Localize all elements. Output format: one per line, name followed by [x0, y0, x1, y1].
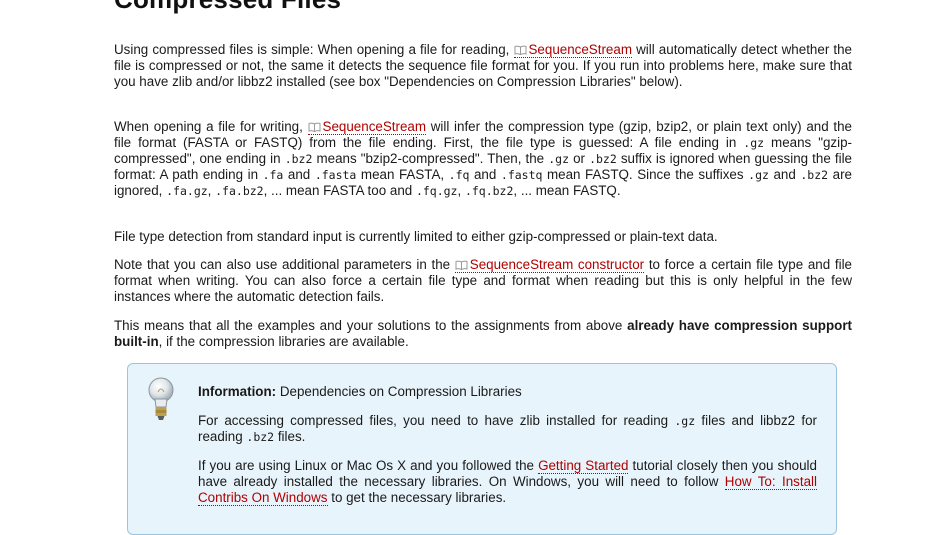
text: , — [207, 183, 216, 198]
code-suffix: .fa.gz — [166, 184, 208, 198]
info-paragraph-install: If you are using Linux or Mac Os X and y… — [198, 458, 817, 506]
text: means "bzip2-compressed". Then, the — [312, 151, 549, 166]
text: and — [469, 167, 501, 182]
text: This means that all the examples and you… — [114, 318, 628, 333]
text: to get the necessary libraries. — [327, 490, 507, 505]
page-title: Compressed Files — [114, 0, 341, 15]
paragraph-compressed-writing: When opening a file for writing, Sequenc… — [114, 119, 852, 199]
code-suffix: .fq.gz — [415, 184, 458, 198]
text: Using compressed files is simple: When o… — [114, 42, 514, 57]
text: Note that you can also use additional pa… — [114, 257, 455, 272]
paragraph-constructor-note: Note that you can also use additional pa… — [114, 257, 852, 305]
text: , ... mean FASTA too and — [263, 183, 416, 198]
paragraph-stdin-detection: File type detection from standard input … — [114, 229, 718, 244]
code-suffix: .fasta — [314, 168, 357, 182]
lightbulb-icon — [148, 377, 174, 420]
text: , if the compression libraries are avail… — [158, 334, 409, 349]
code-suffix: .gz — [743, 136, 765, 150]
link-text: SequenceStream constructor — [469, 257, 645, 272]
code-suffix: .bz2 — [589, 152, 617, 166]
code-suffix: .gz — [674, 414, 696, 428]
code-suffix: .bz2 — [800, 168, 829, 182]
text: For accessing compressed files, you need… — [198, 413, 675, 428]
paragraph-compressed-reading: Using compressed files is simple: When o… — [114, 42, 852, 90]
link-text: SequenceStream — [528, 42, 632, 57]
code-suffix: .fq.bz2 — [464, 184, 514, 198]
info-label: Information: — [198, 384, 277, 399]
code-suffix: .bz2 — [284, 152, 313, 166]
code-suffix: .fq — [448, 168, 470, 182]
sequencestream-class-link[interactable]: SequenceStream — [307, 119, 427, 135]
text: and — [768, 167, 801, 182]
getting-started-link[interactable]: Getting Started — [538, 458, 629, 474]
text: If you are using Linux or Mac Os X and y… — [198, 458, 539, 473]
link-text: SequenceStream — [322, 119, 427, 134]
info-box-title: Information: Dependencies on Compression… — [198, 384, 522, 399]
text: , ... mean FASTQ. — [513, 183, 621, 198]
text: mean FASTQ. Since the suffixes — [542, 167, 749, 182]
text: mean FASTA, — [356, 167, 449, 182]
paragraph-summary: This means that all the examples and you… — [114, 318, 852, 350]
text: and — [283, 167, 315, 182]
code-suffix: .fa — [262, 168, 284, 182]
sequencestream-constructor-link[interactable]: SequenceStream constructor — [454, 257, 645, 273]
info-box: Information: Dependencies on Compression… — [127, 363, 837, 535]
code-suffix: .fastq — [500, 168, 543, 182]
text: When opening a file for writing, — [114, 119, 308, 134]
info-title-text: Dependencies on Compression Libraries — [276, 384, 522, 399]
book-icon — [455, 260, 468, 270]
code-suffix: .gz — [748, 168, 769, 182]
code-suffix: .gz — [548, 152, 569, 166]
text: , — [457, 183, 465, 198]
code-suffix: .bz2 — [246, 430, 275, 444]
sequencestream-class-link[interactable]: SequenceStream — [513, 42, 632, 58]
code-suffix: .fa.bz2 — [215, 184, 264, 198]
book-icon — [308, 122, 321, 132]
info-paragraph-libraries: For accessing compressed files, you need… — [198, 413, 817, 445]
text: files. — [274, 429, 306, 444]
book-icon — [514, 45, 526, 55]
text: or — [569, 151, 590, 166]
